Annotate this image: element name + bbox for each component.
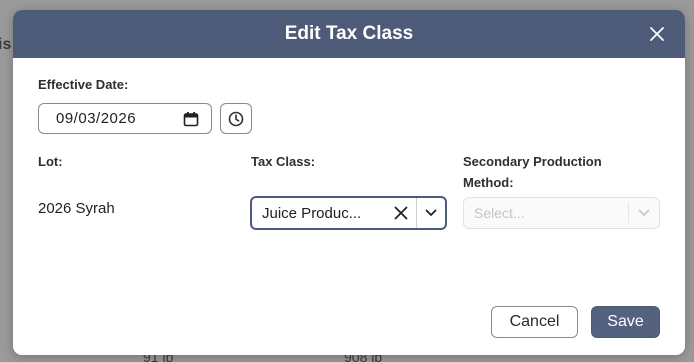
effective-date-label: Effective Date: <box>38 77 129 92</box>
close-button[interactable] <box>645 22 669 46</box>
edit-tax-class-dialog: Edit Tax Class Effective Date: 09/03/202… <box>13 10 685 355</box>
clear-icon[interactable] <box>386 198 416 228</box>
background-page-text: is <box>0 36 12 53</box>
save-button[interactable]: Save <box>591 306 660 338</box>
clock-icon <box>228 111 244 126</box>
time-picker-button[interactable] <box>220 103 252 134</box>
chevron-down-icon[interactable] <box>629 198 659 228</box>
secondary-method-placeholder: Select... <box>474 205 525 221</box>
effective-date-value: 09/03/2026 <box>56 110 137 127</box>
secondary-production-method-select[interactable]: Select... <box>463 197 660 229</box>
secondary-production-method-label: Secondary Production <box>463 154 602 169</box>
tax-class-label: Tax Class: <box>251 154 316 169</box>
close-icon <box>650 27 664 41</box>
calendar-icon[interactable] <box>183 111 199 131</box>
chevron-down-icon[interactable] <box>417 198 445 228</box>
dialog-header: Edit Tax Class <box>13 10 685 58</box>
lot-label: Lot: <box>38 154 63 169</box>
lot-value: 2026 Syrah <box>38 200 115 217</box>
tax-class-select[interactable]: Juice Produc... <box>250 196 447 230</box>
dialog-title: Edit Tax Class <box>284 23 414 44</box>
tax-class-value: Juice Produc... <box>262 204 362 222</box>
secondary-production-method-label-line2: Method: <box>463 175 514 190</box>
cancel-button[interactable]: Cancel <box>491 306 578 338</box>
effective-date-input[interactable]: 09/03/2026 <box>38 103 212 134</box>
